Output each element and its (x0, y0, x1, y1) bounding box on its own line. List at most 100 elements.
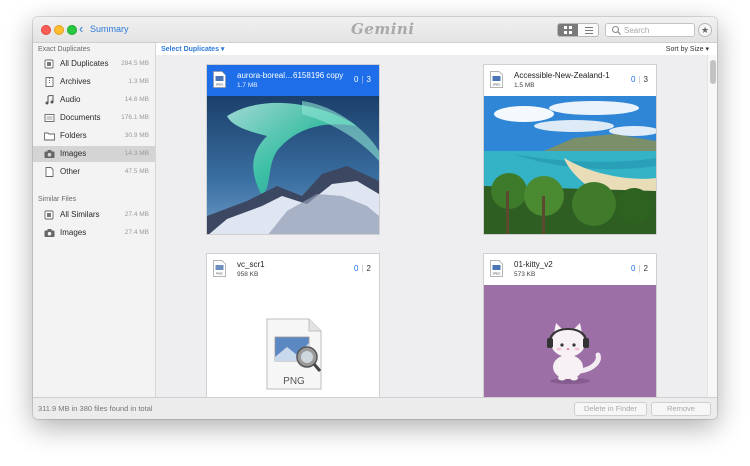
duplicate-card-aurora[interactable]: JPEG aurora-boreal…6158196 copy 1.7 MB 0… (206, 64, 380, 235)
sidebar-item-label: Images (60, 149, 87, 158)
all-similars-icon (44, 210, 54, 220)
gemini-logo: Gemini (351, 20, 415, 38)
duplicate-count: 0 | 2 (354, 264, 371, 273)
svg-text:JPEG: JPEG (493, 272, 502, 276)
duplicate-card-new-zealand[interactable]: JPEG Accessible-New-Zealand-1 1.5 MB 0 | 3 (483, 64, 657, 235)
total-count: 2 (366, 264, 371, 273)
status-bar: 311.9 MB in 380 files found in total Del… (33, 397, 717, 419)
zoom-window-button[interactable] (67, 25, 77, 35)
card-file-name: vc_scr1 (237, 260, 265, 269)
selected-count: 0 (631, 75, 636, 84)
sidebar-item-size: 14.3 MB (124, 150, 149, 157)
sidebar-item-label: Other (60, 167, 81, 176)
all-duplicates-icon (44, 59, 54, 69)
aurora-thumbnail (207, 96, 379, 234)
duplicate-count: 0 | 3 (631, 75, 648, 84)
minimize-window-button[interactable] (54, 25, 64, 35)
archive-icon (45, 77, 54, 87)
sidebar-item-size: 176.1 MB (121, 114, 149, 121)
selected-count: 0 (631, 264, 636, 273)
card-file-size: 958 KB (237, 271, 259, 278)
duplicates-grid: JPEG aurora-boreal…6158196 copy 1.7 MB 0… (156, 55, 707, 397)
png-label: PNG (283, 376, 305, 387)
total-found-status: 311.9 MB in 380 files found in total (38, 404, 153, 413)
camera-icon (44, 150, 55, 158)
sidebar-item-label: Archives (60, 77, 91, 86)
select-duplicates-dropdown[interactable]: Select Duplicates ▾ (161, 45, 224, 53)
select-duplicates-label: Select Duplicates (161, 46, 219, 53)
app-window: ‹ Summary Gemini ★ Exact Duplicates All … (33, 17, 717, 419)
duplicate-card-vc-scr1[interactable]: PNG vc_scr1 958 KB 0 | 2 PNG (206, 253, 380, 397)
delete-in-finder-button[interactable]: Delete in Finder (574, 402, 647, 416)
sidebar-item-audio[interactable]: Audio 14.6 MB (33, 92, 155, 108)
star-icon[interactable]: ★ (698, 23, 712, 37)
content-pane: Select Duplicates ▾ Sort by Size ▾ JPEG … (156, 43, 717, 397)
png-thumbnail: PNG (207, 285, 379, 397)
similar-files-heading: Similar Files (38, 196, 77, 203)
document-icon (44, 114, 55, 122)
list-view-icon[interactable] (579, 24, 598, 36)
sort-by-label: Sort by Size (665, 46, 704, 53)
sidebar-item-label: All Similars (60, 210, 100, 219)
sidebar-item-size: 47.5 MB (124, 168, 149, 175)
search-field[interactable] (605, 23, 695, 37)
sidebar-item-folders[interactable]: Folders 30.9 MB (33, 128, 155, 144)
sidebar-item-size: 14.6 MB (124, 96, 149, 103)
kitty-thumbnail (484, 285, 656, 397)
exact-duplicates-heading: Exact Duplicates (38, 46, 91, 53)
back-to-summary-link[interactable]: Summary (90, 24, 129, 34)
sidebar: Exact Duplicates All Duplicates 284.5 MB… (33, 43, 156, 397)
music-note-icon (45, 95, 54, 105)
folder-icon (44, 132, 55, 141)
sort-by-dropdown[interactable]: Sort by Size ▾ (666, 45, 709, 53)
jpeg-file-icon: JPEG (490, 260, 503, 277)
grid-view-icon[interactable] (558, 24, 578, 36)
png-file-icon: PNG (213, 260, 226, 277)
duplicate-count: 0 | 2 (631, 264, 648, 273)
sidebar-item-similar-images[interactable]: Images 27.4 MB (33, 225, 155, 241)
card-file-name: aurora-boreal…6158196 copy (237, 71, 344, 80)
sidebar-item-other[interactable]: Other 47.5 MB (33, 164, 155, 180)
total-count: 3 (643, 75, 648, 84)
card-header: JPEG Accessible-New-Zealand-1 1.5 MB 0 | 3 (484, 65, 656, 96)
title-bar: ‹ Summary Gemini ★ (33, 17, 717, 43)
scrollbar-thumb[interactable] (710, 60, 716, 84)
sidebar-item-documents[interactable]: Documents 176.1 MB (33, 110, 155, 126)
svg-text:PNG: PNG (216, 272, 223, 276)
sidebar-item-label: Audio (60, 95, 81, 104)
sidebar-item-all-similars[interactable]: All Similars 27.4 MB (33, 207, 155, 223)
selected-count: 0 (354, 264, 359, 273)
card-header: JPEG aurora-boreal…6158196 copy 1.7 MB 0… (207, 65, 379, 96)
new-zealand-thumbnail (484, 96, 656, 234)
card-header: PNG vc_scr1 958 KB 0 | 2 (207, 254, 379, 285)
search-input[interactable] (624, 24, 692, 36)
view-mode-toggle[interactable] (557, 23, 599, 37)
sidebar-item-size: 284.5 MB (121, 60, 149, 67)
chevron-left-icon[interactable]: ‹ (79, 22, 83, 36)
sidebar-item-size: 27.4 MB (124, 229, 149, 236)
jpeg-file-icon: JPEG (490, 71, 503, 88)
file-icon (45, 167, 54, 177)
sidebar-item-archives[interactable]: Archives 1.3 MB (33, 74, 155, 90)
vertical-scrollbar[interactable] (707, 55, 717, 397)
close-window-button[interactable] (41, 25, 51, 35)
total-count: 3 (366, 75, 371, 84)
card-file-size: 1.7 MB (237, 82, 258, 89)
sidebar-item-images[interactable]: Images 14.3 MB (33, 146, 155, 162)
duplicate-card-kitty[interactable]: JPEG 01-kitty_v2 573 KB 0 | 2 (483, 253, 657, 397)
card-file-size: 1.5 MB (514, 82, 535, 89)
sidebar-item-size: 30.9 MB (124, 132, 149, 139)
camera-icon (44, 229, 55, 237)
jpeg-file-icon: JPEG (213, 71, 226, 88)
sidebar-item-size: 27.4 MB (124, 211, 149, 218)
search-icon (611, 25, 622, 36)
sidebar-item-label: All Duplicates (60, 59, 109, 68)
png-document-icon: PNG (266, 318, 322, 390)
sidebar-item-label: Folders (60, 131, 87, 140)
remove-button[interactable]: Remove (651, 402, 711, 416)
card-file-name: 01-kitty_v2 (514, 260, 553, 269)
sidebar-item-label: Documents (60, 113, 101, 122)
card-header: JPEG 01-kitty_v2 573 KB 0 | 2 (484, 254, 656, 285)
svg-text:JPEG: JPEG (216, 83, 225, 87)
sidebar-item-all-duplicates[interactable]: All Duplicates 284.5 MB (33, 56, 155, 72)
